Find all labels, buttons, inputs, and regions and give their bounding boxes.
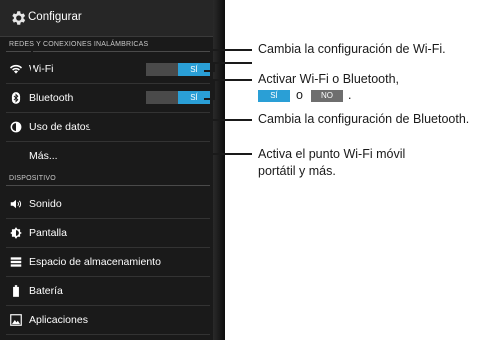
leader-line-wifi [31,49,252,72]
callout-more-line2: portátil y más. [258,164,336,178]
leader-line-toggle-bluetooth [204,79,252,100]
legend-off-chip: NO [311,90,343,102]
legend-period: . [348,88,352,102]
callout-wifi: Cambia la configuración de Wi-Fi. [258,42,446,56]
callout-more-line1: Activa el punto Wi-Fi móvil [258,147,406,161]
callout-toggle: Activar Wi-Fi o Bluetooth, [258,72,400,86]
legend-on-chip: SÍ [258,90,290,102]
leader-line-toggle-wifi [204,62,252,72]
legend-or: o [296,88,303,102]
leader-line-bluetooth [89,119,252,129]
callout-bluetooth: Cambia la configuración de Bluetooth. [258,112,470,126]
